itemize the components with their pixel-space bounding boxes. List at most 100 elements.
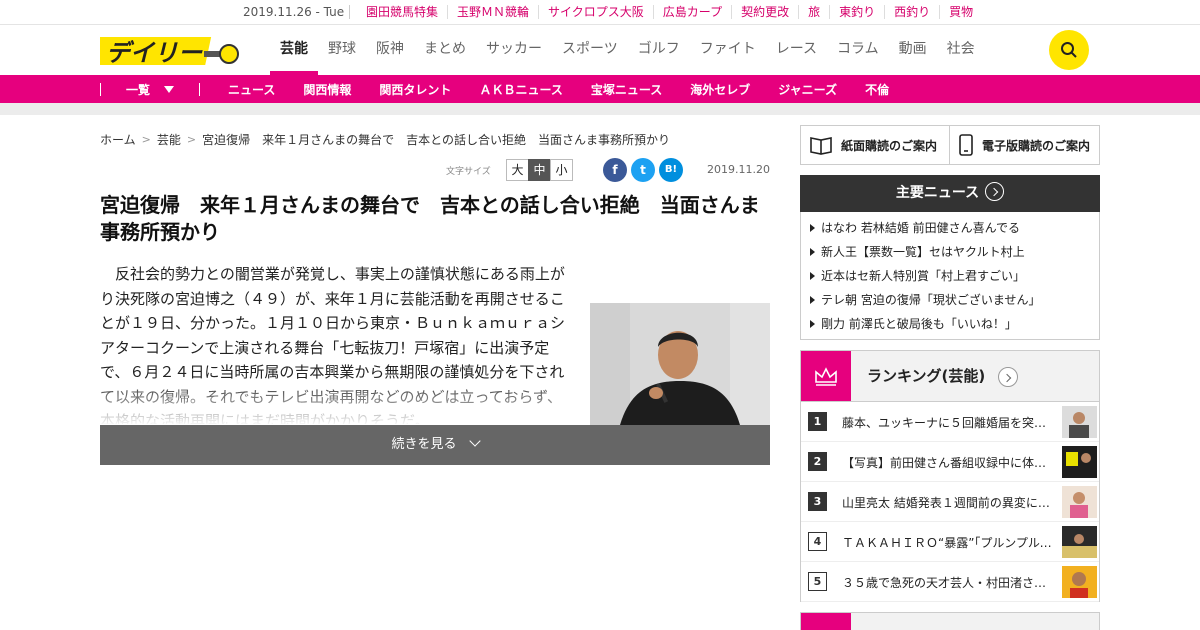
next-section-header bbox=[800, 612, 1100, 630]
paper-subscription-button[interactable]: 紙面購読のご案内 bbox=[800, 125, 950, 165]
rank-title: 藤本、ユッキーナに５回離婚届を突きつけられていた bbox=[842, 416, 1058, 430]
site-header: デイリー 芸能 野球 阪神 まとめ サッカー スポーツ ゴルフ ファイト レース… bbox=[0, 25, 1200, 75]
top-link[interactable]: 東釣り bbox=[829, 5, 884, 19]
book-icon bbox=[810, 137, 832, 155]
rank-number: 3 bbox=[808, 492, 827, 511]
main-news-title: 主要ニュース bbox=[895, 185, 980, 201]
font-size-medium[interactable]: 中 bbox=[528, 159, 551, 181]
sub-nav-items: ニュース 関西情報 関西タレント ＡＫＢニュース 宝塚ニュース 海外セレブ ジャ… bbox=[214, 81, 903, 98]
digital-subscription-label: 電子版購読のご案内 bbox=[982, 138, 1091, 153]
breadcrumb-chevron-icon: > bbox=[141, 133, 151, 146]
sub-nav-item[interactable]: ＡＫＢニュース bbox=[465, 81, 576, 98]
top-link[interactable]: 買物 bbox=[939, 5, 982, 19]
facebook-share-icon[interactable]: f bbox=[603, 158, 627, 182]
ranking-list: 1 藤本、ユッキーナに５回離婚届を突きつけられていた 2 【写真】前田健さん番組… bbox=[800, 402, 1100, 602]
daily-logo[interactable]: デイリー bbox=[100, 33, 240, 69]
nav-golf[interactable]: ゴルフ bbox=[628, 25, 690, 75]
body-fade bbox=[100, 380, 570, 426]
arrow-right-icon[interactable] bbox=[998, 367, 1018, 387]
article-photo[interactable] bbox=[590, 303, 770, 425]
sub-nav-item[interactable]: ニュース bbox=[214, 81, 289, 98]
top-link[interactable]: 契約更改 bbox=[731, 5, 798, 19]
font-size-selector: 大 中 小 bbox=[506, 159, 573, 181]
nav-entertainment[interactable]: 芸能 bbox=[270, 25, 318, 75]
ranking-item[interactable]: 2 【写真】前田健さん番組収録中に体調不良 bbox=[801, 442, 1099, 482]
sub-nav-item[interactable]: 関西情報 bbox=[289, 81, 365, 98]
sub-nav-item[interactable]: 関西タレント bbox=[365, 81, 465, 98]
font-size-small[interactable]: 小 bbox=[550, 159, 573, 181]
search-icon bbox=[1061, 42, 1077, 58]
nav-baseball[interactable]: 野球 bbox=[318, 25, 366, 75]
breadcrumb: ホーム > 芸能 > 宮迫復帰 来年１月さんまの舞台で 吉本との話し合い拒絶 当… bbox=[100, 131, 670, 148]
breadcrumb-current: 宮迫復帰 来年１月さんまの舞台で 吉本との話し合い拒絶 当面さんま事務所預かり bbox=[202, 133, 670, 147]
arrow-right-icon bbox=[985, 181, 1005, 201]
ranking-item[interactable]: 5 ３５歳で急死の天才芸人・村田渚さんの思い出 bbox=[801, 562, 1099, 602]
nav-soccer[interactable]: サッカー bbox=[476, 25, 552, 75]
ranking-badge bbox=[801, 351, 851, 401]
top-link[interactable]: サイクロプス大阪 bbox=[538, 5, 653, 19]
nav-video[interactable]: 動画 bbox=[889, 25, 937, 75]
main-news-header[interactable]: 主要ニュース bbox=[800, 175, 1100, 212]
nav-sports[interactable]: スポーツ bbox=[552, 25, 628, 75]
font-size-large[interactable]: 大 bbox=[506, 159, 529, 181]
top-link[interactable]: 旅 bbox=[798, 5, 829, 19]
sub-nav-item[interactable]: 不倫 bbox=[851, 81, 903, 98]
share-buttons: f t B! bbox=[603, 158, 687, 182]
smartphone-icon bbox=[959, 134, 973, 156]
nav-column[interactable]: コラム bbox=[827, 25, 889, 75]
subscription-buttons: 紙面購読のご案内 電子版購読のご案内 bbox=[800, 125, 1100, 165]
ranking-title: ランキング(芸能) bbox=[867, 367, 986, 385]
ranking-item[interactable]: 4 ＴＡＫＡＨＩＲＯ“暴露”「プルンプルン」 bbox=[801, 522, 1099, 562]
font-size-label: 文字サイズ bbox=[446, 167, 491, 177]
nav-matome[interactable]: まとめ bbox=[414, 25, 476, 75]
sub-nav: 一覧 ニュース 関西情報 関西タレント ＡＫＢニュース 宝塚ニュース 海外セレブ… bbox=[0, 75, 1200, 103]
read-more-label: 続きを見る bbox=[391, 437, 457, 452]
top-links: 園田競馬特集 玉野ＭＮ競輪 サイクロプス大阪 広島カープ 契約更改 旅 東釣り … bbox=[349, 5, 982, 19]
news-item[interactable]: はなわ 若林結婚 前田健さん喜んでる bbox=[801, 216, 1099, 240]
news-item[interactable]: テレ朝 宮迫の復帰「現状ございません」 bbox=[801, 288, 1099, 312]
breadcrumb-home[interactable]: ホーム bbox=[100, 131, 136, 148]
ranking-item[interactable]: 1 藤本、ユッキーナに５回離婚届を突きつけられていた bbox=[801, 402, 1099, 442]
twitter-share-icon[interactable]: t bbox=[631, 158, 655, 182]
caret-down-icon[interactable] bbox=[164, 86, 174, 93]
read-more-button[interactable]: 続きを見る bbox=[100, 425, 770, 465]
sub-nav-item[interactable]: ジャニーズ bbox=[764, 81, 851, 98]
nav-society[interactable]: 社会 bbox=[937, 25, 985, 75]
sub-nav-item[interactable]: 海外セレブ bbox=[676, 81, 764, 98]
article-date: 2019.11.20 bbox=[707, 163, 770, 176]
news-item[interactable]: 近本はセ新人特別賞「村上君すごい」 bbox=[801, 264, 1099, 288]
rank-number: 1 bbox=[808, 412, 827, 431]
top-link[interactable]: 西釣り bbox=[884, 5, 939, 19]
rank-thumbnail bbox=[1062, 406, 1097, 438]
search-button[interactable] bbox=[1049, 30, 1089, 70]
top-link[interactable]: 広島カープ bbox=[652, 5, 731, 19]
main-news-list: はなわ 若林結婚 前田健さん喜んでる 新人王【票数一覧】セはヤクルト村上 近本は… bbox=[800, 212, 1100, 340]
nav-hanshin[interactable]: 阪神 bbox=[366, 25, 414, 75]
list-dropdown[interactable]: 一覧 bbox=[126, 81, 150, 98]
digital-subscription-button[interactable]: 電子版購読のご案内 bbox=[950, 125, 1100, 165]
top-link[interactable]: 園田競馬特集 bbox=[349, 5, 447, 19]
nav-race[interactable]: レース bbox=[766, 25, 827, 75]
ranking-header[interactable]: ランキング(芸能) bbox=[800, 350, 1100, 402]
article-meta: 文字サイズ 大 中 小 f t B! 2019.11.20 bbox=[100, 157, 770, 183]
rank-thumbnail bbox=[1062, 446, 1097, 478]
nav-fight[interactable]: ファイト bbox=[690, 25, 766, 75]
news-item[interactable]: 剛力 前澤氏と破局後も「いいね！」 bbox=[801, 312, 1099, 336]
breadcrumb-category[interactable]: 芸能 bbox=[157, 131, 181, 148]
top-link[interactable]: 玉野ＭＮ競輪 bbox=[447, 5, 538, 19]
global-nav: 芸能 野球 阪神 まとめ サッカー スポーツ ゴルフ ファイト レース コラム … bbox=[270, 25, 985, 75]
rank-number: 4 bbox=[808, 532, 827, 551]
divider bbox=[199, 83, 200, 96]
sub-nav-item[interactable]: 宝塚ニュース bbox=[577, 81, 676, 98]
rank-title: 山里亮太 結婚発表１週間前の異変に気付いた bbox=[842, 496, 1058, 510]
ranking-item[interactable]: 3 山里亮太 結婚発表１週間前の異変に気付いた bbox=[801, 482, 1099, 522]
rank-thumbnail bbox=[1062, 486, 1097, 518]
crown-icon bbox=[815, 367, 837, 386]
rank-title: ＴＡＫＡＨＩＲＯ“暴露”「プルンプルン」 bbox=[842, 536, 1058, 550]
news-item[interactable]: 新人王【票数一覧】セはヤクルト村上 bbox=[801, 240, 1099, 264]
hatena-bookmark-icon[interactable]: B! bbox=[659, 158, 683, 182]
rank-thumbnail bbox=[1062, 566, 1097, 598]
chevron-down-icon bbox=[468, 435, 481, 447]
top-bar: 2019.11.26 - Tue 園田競馬特集 玉野ＭＮ競輪 サイクロプス大阪 … bbox=[0, 0, 1200, 25]
section-badge bbox=[801, 613, 851, 630]
